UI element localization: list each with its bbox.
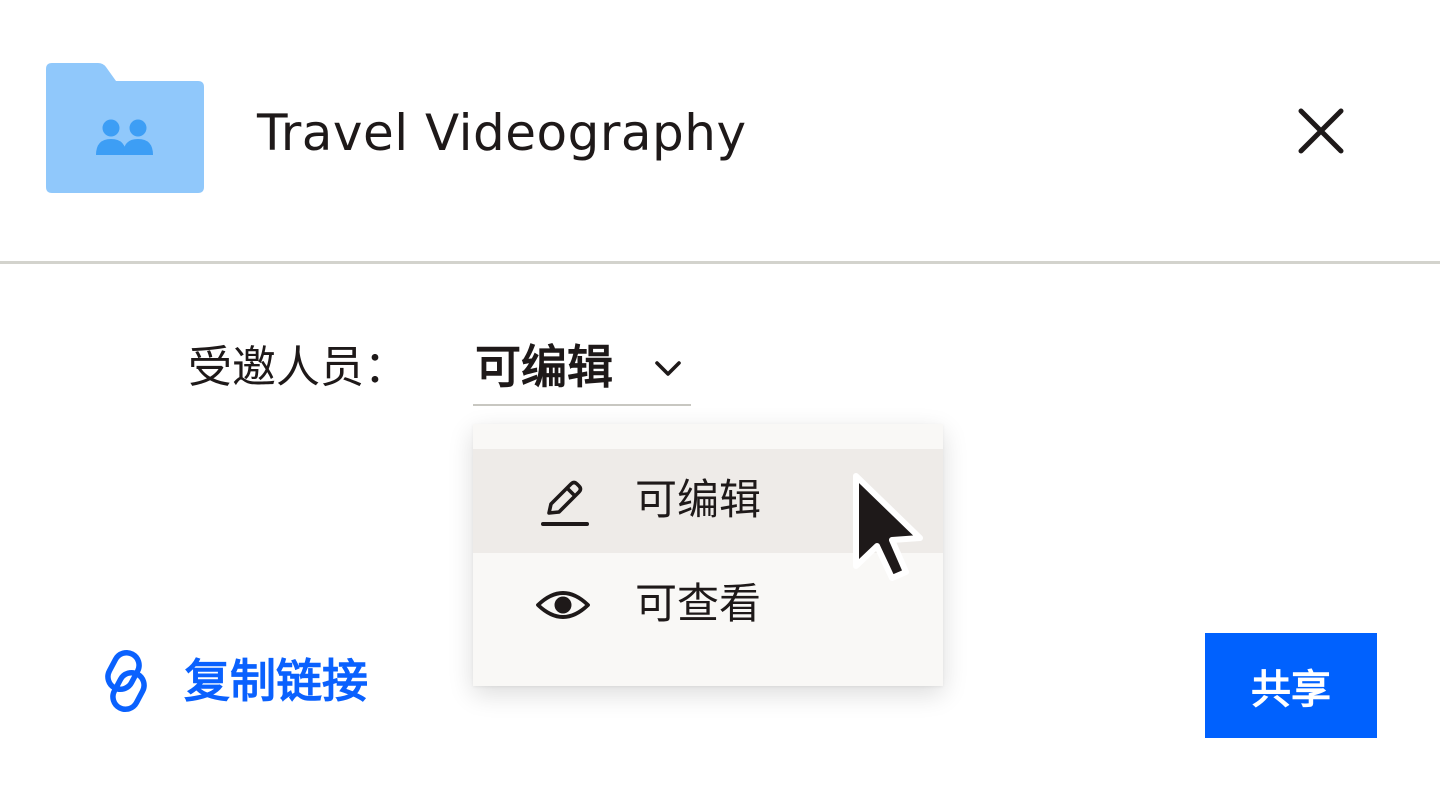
menu-item-label: 可编辑 — [635, 475, 762, 524]
pencil-icon — [541, 480, 589, 526]
header-divider — [0, 261, 1440, 264]
share-button[interactable]: 共享 — [1205, 633, 1377, 738]
menu-item-can-view[interactable]: 可查看 — [473, 553, 943, 657]
close-icon — [1298, 108, 1344, 154]
share-dialog: Travel Videography 受邀人员： 可编辑 可编辑 可查看 复制链… — [0, 0, 1440, 789]
invitees-label: 受邀人员： — [188, 342, 408, 393]
folder-title: Travel Videography — [257, 104, 747, 162]
copy-link-button[interactable]: 复制链接 — [98, 645, 368, 717]
permission-select[interactable]: 可编辑 — [473, 336, 691, 406]
eye-icon — [536, 591, 590, 619]
chevron-down-icon — [655, 361, 681, 376]
permission-menu: 可编辑 可查看 — [473, 424, 943, 686]
close-button[interactable] — [1290, 100, 1352, 162]
link-icon — [105, 650, 147, 712]
menu-item-can-edit[interactable]: 可编辑 — [473, 449, 943, 553]
copy-link-label: 复制链接 — [184, 654, 368, 708]
menu-item-label: 可查看 — [635, 579, 762, 628]
shared-folder-icon — [46, 63, 204, 193]
permission-select-value: 可编辑 — [475, 340, 613, 394]
